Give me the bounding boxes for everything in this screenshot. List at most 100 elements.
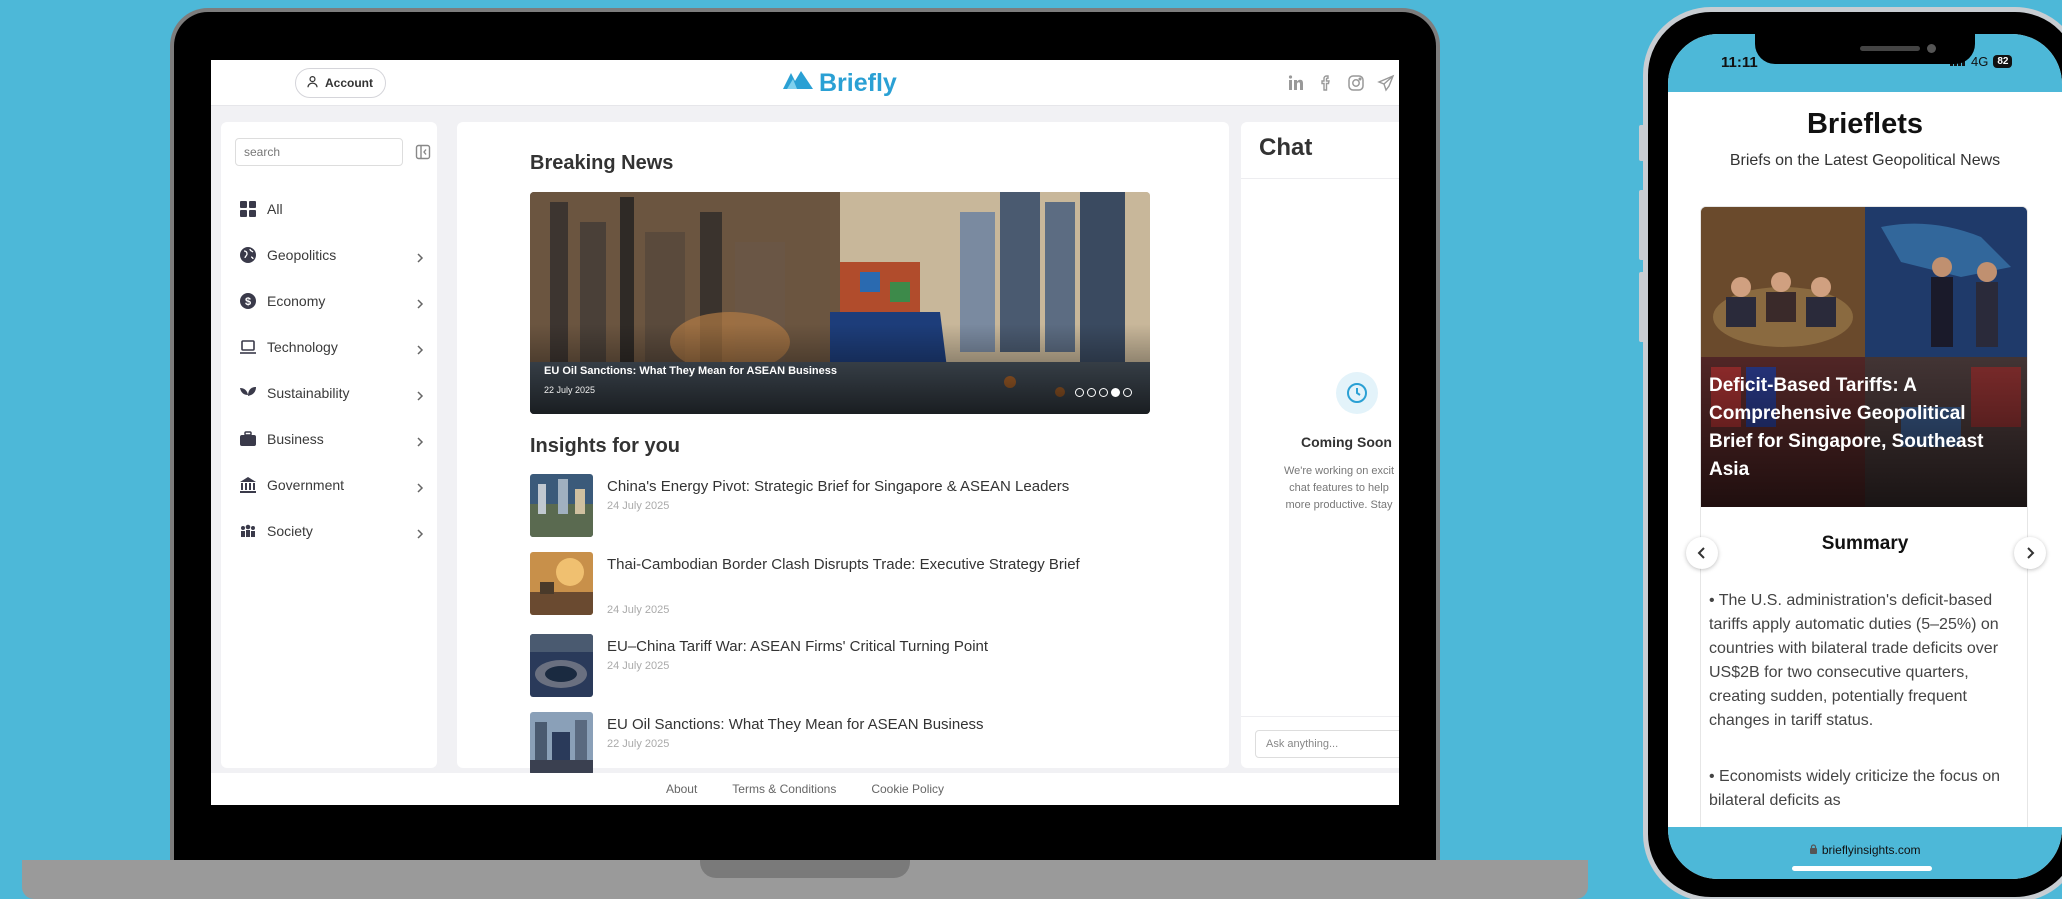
sidebar-item-economy[interactable]: $ Economy xyxy=(239,278,429,324)
sidebar: All Geopolitics $ Economy Technology Sus… xyxy=(221,122,437,768)
carousel-dot[interactable] xyxy=(1075,388,1084,397)
breaking-news-title: Breaking News xyxy=(530,152,674,174)
site-header: Account Briefly xyxy=(211,60,1399,106)
article-thumbnail xyxy=(530,474,593,537)
instagram-icon[interactable] xyxy=(1347,74,1365,92)
leaf-icon xyxy=(239,384,257,402)
article-date: 22 July 2025 xyxy=(607,738,670,750)
briefcase-icon xyxy=(239,430,257,448)
sidebar-item-label: Business xyxy=(267,431,324,447)
phone-screen: 11:11 4G 82 Brieflets Briefs on the Late… xyxy=(1668,34,2062,879)
sidebar-item-label: Geopolitics xyxy=(267,247,337,263)
article-date: 24 July 2025 xyxy=(607,660,670,672)
sidebar-item-society[interactable]: Society xyxy=(239,508,429,554)
sidebar-item-all[interactable]: All xyxy=(239,186,429,232)
sidebar-item-label: Sustainability xyxy=(267,385,350,401)
url-text[interactable]: brieflyinsights.com xyxy=(1668,843,2062,857)
article-date: 24 July 2025 xyxy=(607,500,670,512)
sidebar-item-label: Government xyxy=(267,477,345,493)
coming-soon-heading: Coming Soon xyxy=(1301,434,1392,450)
sidebar-item-label: Economy xyxy=(267,293,326,309)
collapse-sidebar-icon[interactable] xyxy=(415,144,431,160)
article-title[interactable]: EU–China Tariff War: ASEAN Firms' Critic… xyxy=(607,634,1147,659)
description-line: We're working on excit xyxy=(1283,465,1395,477)
brieflet-card[interactable]: Deficit-Based Tariffs: A Comprehensive G… xyxy=(1700,206,2028,844)
clock-icon xyxy=(1336,372,1378,414)
status-bar: 11:11 4G 82 xyxy=(1668,34,2062,92)
carousel-dot[interactable] xyxy=(1087,388,1096,397)
site-footer: About Terms & Conditions Cookie Policy xyxy=(211,773,1399,805)
article-thumbnail xyxy=(530,634,593,697)
grid-icon xyxy=(239,200,257,218)
chat-panel: Chat Coming Soon We're working on excit … xyxy=(1241,122,1399,768)
hero-date: 22 July 2025 xyxy=(544,385,596,395)
status-time: 11:11 xyxy=(1721,54,1758,71)
footer-link-terms[interactable]: Terms & Conditions xyxy=(732,782,836,796)
sidebar-item-geopolitics[interactable]: Geopolitics xyxy=(239,232,429,278)
summary-paragraph: • The U.S. administration's deficit-base… xyxy=(1709,592,1999,729)
sidebar-item-government[interactable]: Government xyxy=(239,462,429,508)
sidebar-item-technology[interactable]: Technology xyxy=(239,324,429,370)
chevron-right-icon xyxy=(415,342,425,355)
laptop-screen: Account Briefly search All Geopolitics $… xyxy=(211,60,1399,805)
page-title: Brieflets xyxy=(1806,108,1924,140)
laptop-notch xyxy=(700,860,910,878)
brieflet-headline[interactable]: Deficit-Based Tariffs: A Comprehensive G… xyxy=(1709,372,2014,484)
linkedin-icon[interactable] xyxy=(1287,74,1305,92)
article-title[interactable]: Thai-Cambodian Border Clash Disrupts Tra… xyxy=(607,552,1147,577)
category-nav: All Geopolitics $ Economy Technology Sus… xyxy=(239,186,429,554)
summary-title: Summary xyxy=(1821,533,1909,554)
carousel-dots xyxy=(1075,388,1132,397)
globe-icon xyxy=(239,246,257,264)
footer-link-about[interactable]: About xyxy=(666,782,697,796)
chevron-right-icon xyxy=(415,388,425,401)
sidebar-item-label: Technology xyxy=(267,339,338,355)
brand-logo[interactable]: Briefly xyxy=(781,69,897,98)
hero-title[interactable]: EU Oil Sanctions: What They Mean for ASE… xyxy=(544,365,837,377)
description-line: chat features to help xyxy=(1289,482,1389,494)
svg-text:$: $ xyxy=(245,296,251,308)
chat-divider xyxy=(1241,178,1399,179)
chevron-right-icon xyxy=(415,434,425,447)
telegram-icon[interactable] xyxy=(1377,74,1395,92)
description-line: more productive. Stay xyxy=(1285,499,1393,511)
footer-link-cookies[interactable]: Cookie Policy xyxy=(871,782,944,796)
chat-input-divider xyxy=(1241,716,1399,717)
sidebar-item-sustainability[interactable]: Sustainability xyxy=(239,370,429,416)
carousel-dot-active[interactable] xyxy=(1111,388,1120,397)
facebook-icon[interactable] xyxy=(1317,74,1335,92)
sidebar-item-business[interactable]: Business xyxy=(239,416,429,462)
social-links xyxy=(1287,74,1395,92)
article-date: 24 July 2025 xyxy=(607,604,670,616)
network-label: 4G xyxy=(1971,54,1989,69)
home-indicator[interactable] xyxy=(1792,866,1932,871)
building-icon xyxy=(239,476,257,494)
account-button[interactable]: Account xyxy=(295,68,386,98)
chevron-right-icon xyxy=(2023,546,2037,560)
account-label: Account xyxy=(325,76,373,90)
search-input[interactable] xyxy=(235,138,403,166)
article-title[interactable]: China's Energy Pivot: Strategic Brief fo… xyxy=(607,474,1147,499)
carousel-dot[interactable] xyxy=(1123,388,1132,397)
insights-title: Insights for you xyxy=(530,435,680,457)
article-title[interactable]: EU Oil Sanctions: What They Mean for ASE… xyxy=(607,712,1147,737)
dollar-icon: $ xyxy=(239,292,257,310)
people-icon xyxy=(239,522,257,540)
brand-mark-icon xyxy=(781,69,815,98)
chevron-right-icon xyxy=(415,296,425,309)
main-content: Breaking News EU Oil Sanctions: What The… xyxy=(457,122,1229,775)
hero-carousel[interactable]: EU Oil Sanctions: What They Mean for ASE… xyxy=(530,192,1150,414)
previous-button[interactable] xyxy=(1686,537,1718,569)
next-button[interactable] xyxy=(2014,537,2046,569)
chevron-right-icon xyxy=(415,250,425,263)
chat-input[interactable] xyxy=(1255,730,1399,758)
carousel-dot[interactable] xyxy=(1099,388,1108,397)
url-label: brieflyinsights.com xyxy=(1821,843,1921,857)
dynamic-island xyxy=(1755,34,1975,64)
lock-icon xyxy=(1809,843,1821,857)
page-subtitle: Briefs on the Latest Geopolitical News xyxy=(1729,152,2001,169)
brand-name: Briefly xyxy=(819,69,897,97)
chevron-right-icon xyxy=(415,526,425,539)
article-thumbnail xyxy=(530,552,593,615)
chat-title: Chat xyxy=(1259,134,1313,161)
